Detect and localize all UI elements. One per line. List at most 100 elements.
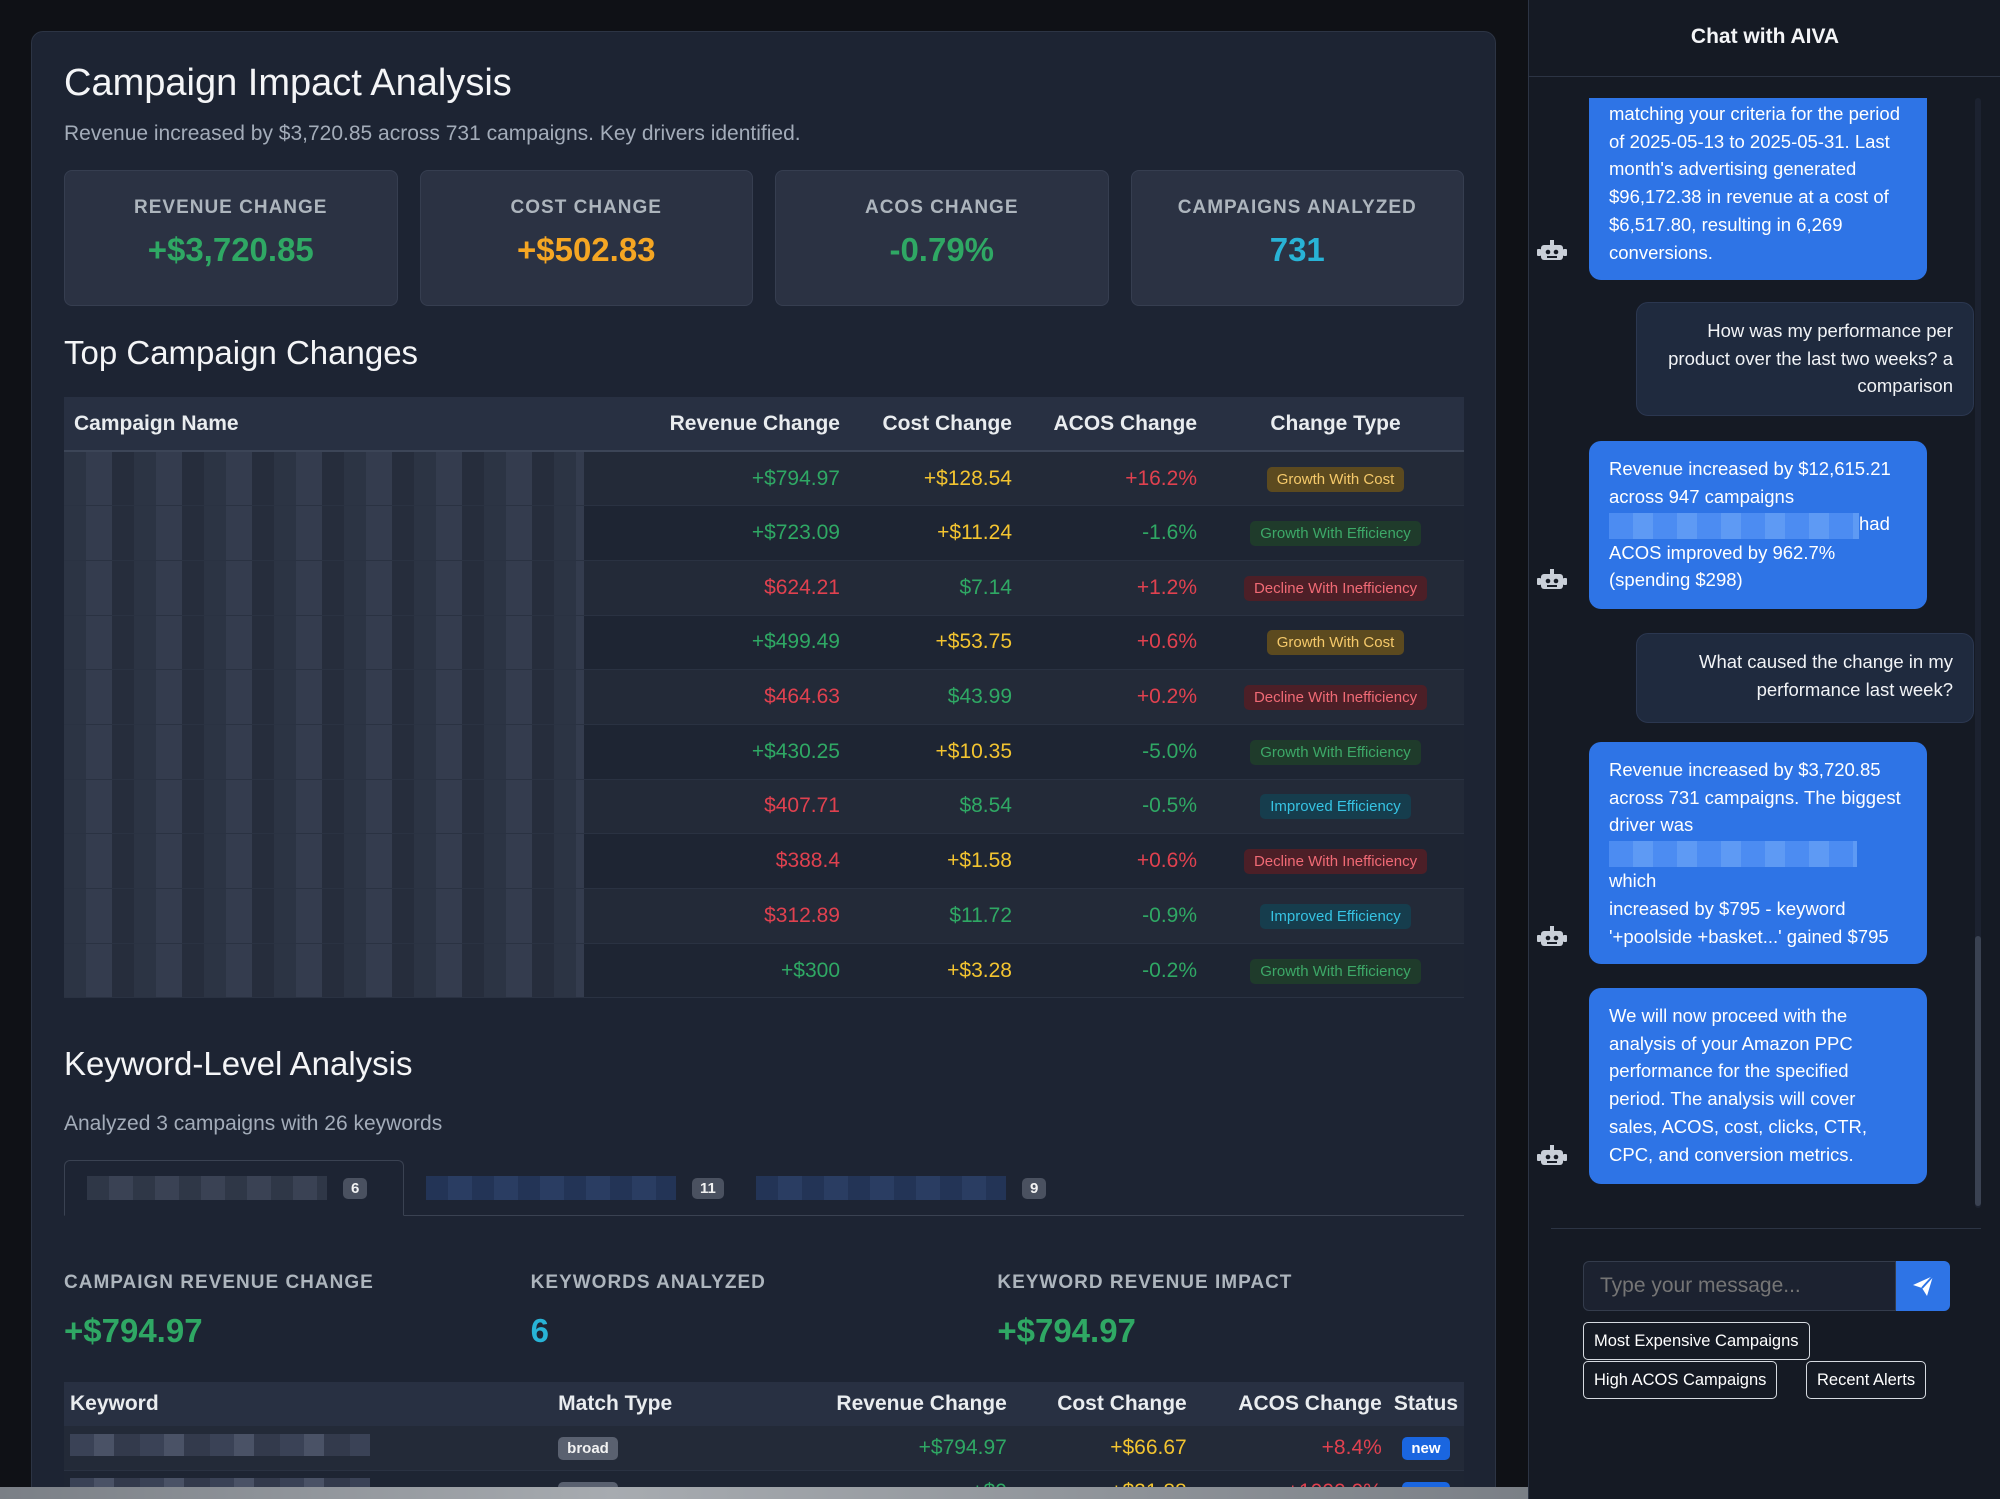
cost-change-cell: $7.14 <box>850 560 1022 616</box>
page-title: Campaign Impact Analysis <box>64 62 512 104</box>
revenue-change-cell: $624.21 <box>584 560 850 616</box>
change-type-badge: Decline With Inefficiency <box>1243 575 1428 601</box>
redacted-text <box>1609 841 1857 868</box>
status-cell: new <box>1387 1426 1464 1471</box>
campaign-name-cell <box>64 888 584 944</box>
campaign-name-cell <box>64 669 584 725</box>
table-row[interactable]: $407.71 $8.54 -0.5% Improved Efficiency <box>64 779 1464 835</box>
col-revenue-change[interactable]: Revenue Change <box>584 397 850 452</box>
col-status[interactable]: Status <box>1387 1382 1464 1426</box>
change-type-cell: Growth With Efficiency <box>1207 724 1464 780</box>
campaign-name-cell <box>64 560 584 616</box>
chat-message-input[interactable] <box>1583 1261 1896 1311</box>
table-row[interactable]: $312.89 $11.72 -0.9% Improved Efficiency <box>64 888 1464 944</box>
acos-change-cell: -5.0% <box>1022 724 1207 780</box>
redacted-text <box>1609 512 1859 539</box>
change-type-cell: Decline With Inefficiency <box>1207 669 1464 725</box>
quick-action-recent-alerts[interactable]: Recent Alerts <box>1806 1361 1927 1399</box>
robot-icon <box>1537 240 1567 260</box>
robot-icon <box>1537 569 1567 589</box>
quick-action-high-acos-campaigns[interactable]: High ACOS Campaigns <box>1583 1361 1778 1399</box>
keyword-stats: CAMPAIGN REVENUE CHANGE +$794.97 KEYWORD… <box>64 1272 1464 1350</box>
stat-label: CAMPAIGNS ANALYZED <box>1177 197 1417 218</box>
send-button[interactable] <box>1896 1261 1950 1311</box>
col-acos-change[interactable]: ACOS Change <box>1192 1382 1388 1426</box>
table-header-row: Keyword Match Type Revenue Change Cost C… <box>64 1382 1464 1426</box>
campaign-name-redacted <box>87 1176 327 1200</box>
cost-change-cell: +$3.28 <box>850 943 1022 999</box>
table-row[interactable]: +$430.25 +$10.35 -5.0% Growth With Efficien… <box>64 724 1464 780</box>
stat-label: ACOS CHANGE <box>864 197 1019 218</box>
campaign-tab-3[interactable]: 9 <box>734 1160 1068 1216</box>
scrollbar-thumb[interactable] <box>1975 936 1981 1206</box>
stat-value: 731 <box>1269 231 1325 268</box>
campaign-name-cell <box>64 833 584 889</box>
revenue-change-cell: $388.4 <box>584 833 850 889</box>
campaign-tab-2[interactable]: 11 <box>404 1160 746 1216</box>
acos-change-cell: +0.2% <box>1022 669 1207 725</box>
table-row[interactable]: $624.21 $7.14 +1.2% Decline With Inefficien… <box>64 560 1464 616</box>
col-keyword[interactable]: Keyword <box>64 1382 553 1426</box>
col-acos-change[interactable]: ACOS Change <box>1022 397 1207 452</box>
stat-value: 6 <box>530 1312 550 1349</box>
analysis-panel: Campaign Impact Analysis Revenue increas… <box>31 31 1496 1499</box>
campaign-tab-1[interactable]: 6 <box>64 1160 404 1216</box>
stat-label: KEYWORDS ANALYZED <box>530 1272 766 1293</box>
acos-change-cell: +1.2% <box>1022 560 1207 616</box>
taskbar-edge <box>0 1487 1528 1499</box>
campaign-name-cell <box>64 943 584 999</box>
keyword-table: Keyword Match Type Revenue Change Cost C… <box>64 1382 1464 1498</box>
stat-revenue-change: REVENUE CHANGE +$3,720.85 <box>64 170 398 306</box>
table-row[interactable]: +$794.97 +$128.54 +16.2% Growth With Cost <box>64 451 1464 507</box>
summary-stats: REVENUE CHANGE +$3,720.85 COST CHANGE +$… <box>64 170 1464 306</box>
chat-input-row <box>1583 1261 1950 1311</box>
cost-change-cell: +$1.58 <box>850 833 1022 889</box>
change-type-badge: Growth With Efficiency <box>1250 739 1421 765</box>
message-text: ACOS improved by 962.7% (spending $298) <box>1609 541 1836 591</box>
table-row[interactable]: $464.63 $43.99 +0.2% Decline With Inefficie… <box>64 669 1464 725</box>
change-type-badge: Decline With Inefficiency <box>1243 849 1428 875</box>
change-type-cell: Improved Efficiency <box>1207 779 1464 835</box>
campaign-name-cell <box>64 615 584 671</box>
col-revenue-change[interactable]: Revenue Change <box>734 1382 1013 1426</box>
acos-change-cell: +0.6% <box>1022 615 1207 671</box>
change-type-cell: Improved Efficiency <box>1207 888 1464 944</box>
campaign-name-cell <box>64 505 584 561</box>
top-campaign-changes-heading: Top Campaign Changes <box>64 334 419 371</box>
change-type-badge: Growth With Efficiency <box>1250 958 1421 984</box>
message-text: had <box>1859 513 1890 535</box>
match-type-cell: broad <box>552 1426 735 1471</box>
acos-change-cell: -1.6% <box>1022 505 1207 561</box>
quick-action-most-expensive-campaigns[interactable]: Most Expensive Campaigns <box>1583 1322 1810 1360</box>
acos-change-cell: -0.5% <box>1022 779 1207 835</box>
message-text: increased by $795 - keyword '+poolside +… <box>1609 897 1889 947</box>
stat-label: REVENUE CHANGE <box>134 197 328 218</box>
table-row[interactable]: +$499.49 +$53.75 +0.6% Growth With Cost <box>64 615 1464 671</box>
table-row[interactable]: broad +$794.97 +$66.67 +8.4% new <box>64 1426 1464 1471</box>
table-row[interactable]: +$300 +$3.28 -0.2% Growth With Efficiency <box>64 943 1464 999</box>
stat-label: CAMPAIGN REVENUE CHANGE <box>64 1272 374 1293</box>
change-type-cell: Decline With Inefficiency <box>1207 560 1464 616</box>
keyword-analysis-subtitle: Analyzed 3 campaigns with 26 keywords <box>64 1112 443 1135</box>
chat-panel: Chat with AIVA matching your criteria fo… <box>1528 0 2000 1499</box>
stat-keyword-revenue-impact: KEYWORD REVENUE IMPACT +$794.97 <box>997 1272 1464 1350</box>
cost-change-cell: +$53.75 <box>850 615 1022 671</box>
col-match-type[interactable]: Match Type <box>552 1382 735 1426</box>
keyword-redacted <box>70 1433 370 1456</box>
col-campaign-name[interactable]: Campaign Name <box>64 397 584 452</box>
table-row[interactable]: $388.4 +$1.58 +0.6% Decline With Inefficien… <box>64 833 1464 889</box>
chat-messages[interactable]: matching your criteria for the period of… <box>1529 98 2000 1208</box>
user-message: How was my performance per product over … <box>1636 302 1974 416</box>
col-cost-change[interactable]: Cost Change <box>1012 1382 1193 1426</box>
stat-keywords-analyzed: KEYWORDS ANALYZED 6 <box>531 1272 998 1350</box>
cost-change-cell: +$66.67 <box>1012 1426 1193 1471</box>
col-change-type[interactable]: Change Type <box>1207 397 1464 452</box>
change-type-badge: Improved Efficiency <box>1260 903 1411 929</box>
campaign-name-cell <box>64 451 584 507</box>
cost-change-cell: $43.99 <box>850 669 1022 725</box>
table-row[interactable]: +$723.09 +$11.24 -1.6% Growth With Efficien… <box>64 505 1464 561</box>
robot-icon <box>1537 926 1567 946</box>
table-header-row: Campaign Name Revenue Change Cost Change… <box>64 397 1464 452</box>
chat-scrollbar[interactable] <box>1975 98 1981 1208</box>
col-cost-change[interactable]: Cost Change <box>850 397 1022 452</box>
